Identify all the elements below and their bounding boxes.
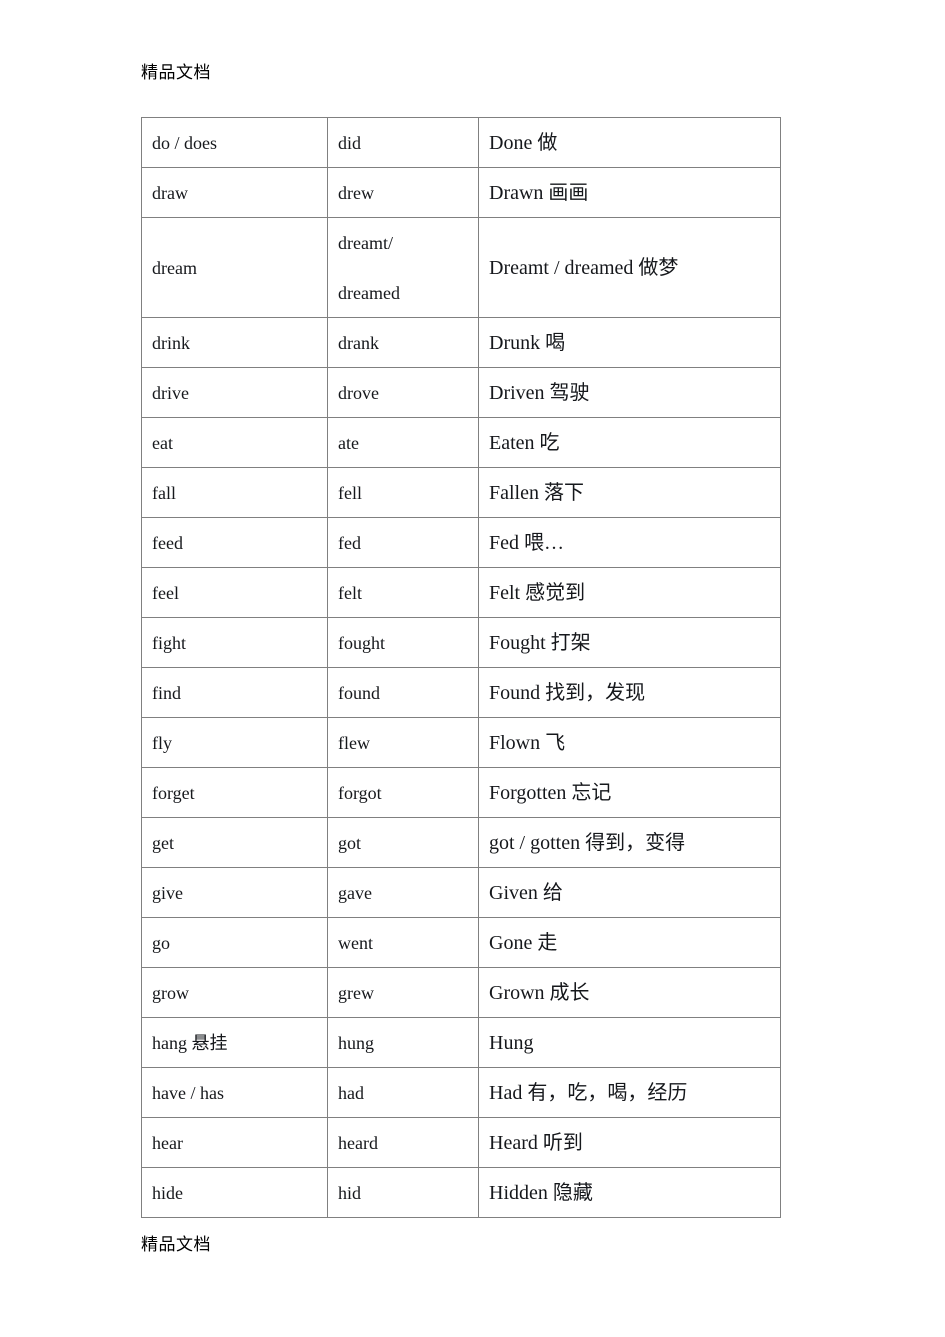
cell-past-participle: Hung <box>478 1017 781 1068</box>
table-row: fall fell Fallen 落下 <box>141 467 781 518</box>
cell-base-form: dream <box>141 217 328 318</box>
table-row: feed fed Fed 喂… <box>141 517 781 568</box>
cell-base-form: fly <box>141 717 328 768</box>
cell-past-simple: grew <box>327 967 479 1018</box>
cell-past-simple: went <box>327 917 479 968</box>
cell-base-form: drink <box>141 317 328 368</box>
cell-base-form: hide <box>141 1167 328 1218</box>
cell-past-simple: drank <box>327 317 479 368</box>
table-row: grow grew Grown 成长 <box>141 967 781 1018</box>
cell-base-form: hear <box>141 1117 328 1168</box>
cell-past-participle: Dreamt / dreamed 做梦 <box>478 217 781 318</box>
cell-base-form: fall <box>141 467 328 518</box>
cell-base-form: feed <box>141 517 328 568</box>
cell-base-form: have / has <box>141 1067 328 1118</box>
cell-past-participle: Forgotten 忘记 <box>478 767 781 818</box>
cell-base-form: draw <box>141 167 328 218</box>
cell-past-participle: Grown 成长 <box>478 967 781 1018</box>
document-header-watermark: 精品文档 <box>141 63 211 83</box>
cell-past-participle: Flown 飞 <box>478 717 781 768</box>
cell-past-simple: ate <box>327 417 479 468</box>
table-row: go went Gone 走 <box>141 917 781 968</box>
cell-past-participle: Found 找到，发现 <box>478 667 781 718</box>
cell-past-simple: had <box>327 1067 479 1118</box>
table-row: draw drew Drawn 画画 <box>141 167 781 218</box>
cell-past-participle: Done 做 <box>478 117 781 168</box>
cell-past-participle: Felt 感觉到 <box>478 567 781 618</box>
cell-past-participle: Had 有，吃，喝，经历 <box>478 1067 781 1118</box>
cell-past-simple: fought <box>327 617 479 668</box>
cell-past-simple: gave <box>327 867 479 918</box>
cell-past-simple: heard <box>327 1117 479 1168</box>
cell-past-simple: drew <box>327 167 479 218</box>
cell-past-participle: Fallen 落下 <box>478 467 781 518</box>
past-simple-variant-1: dreamt/ <box>338 232 393 253</box>
cell-past-simple: fell <box>327 467 479 518</box>
cell-base-form: eat <box>141 417 328 468</box>
cell-past-participle: Given 给 <box>478 867 781 918</box>
table-row: give gave Given 给 <box>141 867 781 918</box>
table-row: eat ate Eaten 吃 <box>141 417 781 468</box>
cell-base-form: forget <box>141 767 328 818</box>
cell-base-form: fight <box>141 617 328 668</box>
table-row: hear heard Heard 听到 <box>141 1117 781 1168</box>
cell-past-simple: drove <box>327 367 479 418</box>
cell-past-simple: flew <box>327 717 479 768</box>
table-row: fight fought Fought 打架 <box>141 617 781 668</box>
cell-past-simple: dreamt/dreamed <box>327 217 479 318</box>
document-footer-watermark: 精品文档 <box>141 1235 211 1255</box>
cell-past-simple: found <box>327 667 479 718</box>
past-simple-variant-2: dreamed <box>338 282 400 303</box>
cell-past-participle: Driven 驾驶 <box>478 367 781 418</box>
cell-past-participle: Fed 喂… <box>478 517 781 568</box>
cell-past-participle: Drunk 喝 <box>478 317 781 368</box>
cell-past-participle: Drawn 画画 <box>478 167 781 218</box>
table-row: drink drank Drunk 喝 <box>141 317 781 368</box>
table-row: forget forgot Forgotten 忘记 <box>141 767 781 818</box>
cell-past-participle: Fought 打架 <box>478 617 781 668</box>
cell-base-form: do / does <box>141 117 328 168</box>
cell-base-form: feel <box>141 567 328 618</box>
cell-past-simple: hung <box>327 1017 479 1068</box>
cell-past-participle: Heard 听到 <box>478 1117 781 1168</box>
table-row: hide hid Hidden 隐藏 <box>141 1167 781 1218</box>
document-page: 精品文档 do / does did Done 做 draw drew Drawn 画画 d… <box>0 0 945 1337</box>
cell-past-participle: Eaten 吃 <box>478 417 781 468</box>
cell-past-simple: fed <box>327 517 479 568</box>
table-row: find found Found 找到，发现 <box>141 667 781 718</box>
cell-base-form: find <box>141 667 328 718</box>
cell-past-simple: forgot <box>327 767 479 818</box>
table-row: drive drove Driven 驾驶 <box>141 367 781 418</box>
cell-past-simple: hid <box>327 1167 479 1218</box>
table-row: fly flew Flown 飞 <box>141 717 781 768</box>
irregular-verbs-table: do / does did Done 做 draw drew Drawn 画画 dream d… <box>141 117 781 1218</box>
cell-base-form: go <box>141 917 328 968</box>
table-row: feel felt Felt 感觉到 <box>141 567 781 618</box>
cell-base-form: give <box>141 867 328 918</box>
table-row: dream dreamt/dreamed Dreamt / dreamed 做梦 <box>141 217 781 318</box>
cell-base-form: hang 悬挂 <box>141 1017 328 1068</box>
cell-past-simple: got <box>327 817 479 868</box>
cell-past-participle: Hidden 隐藏 <box>478 1167 781 1218</box>
table-row: have / has had Had 有，吃，喝，经历 <box>141 1067 781 1118</box>
cell-past-simple: felt <box>327 567 479 618</box>
cell-base-form: grow <box>141 967 328 1018</box>
verb-table-body: do / does did Done 做 draw drew Drawn 画画 dream d… <box>141 117 781 1218</box>
cell-past-participle: Gone 走 <box>478 917 781 968</box>
cell-base-form: drive <box>141 367 328 418</box>
table-row: get got got / gotten 得到，变得 <box>141 817 781 868</box>
cell-past-participle: got / gotten 得到，变得 <box>478 817 781 868</box>
table-row: do / does did Done 做 <box>141 117 781 168</box>
table-row: hang 悬挂 hung Hung <box>141 1017 781 1068</box>
cell-base-form: get <box>141 817 328 868</box>
cell-past-simple: did <box>327 117 479 168</box>
